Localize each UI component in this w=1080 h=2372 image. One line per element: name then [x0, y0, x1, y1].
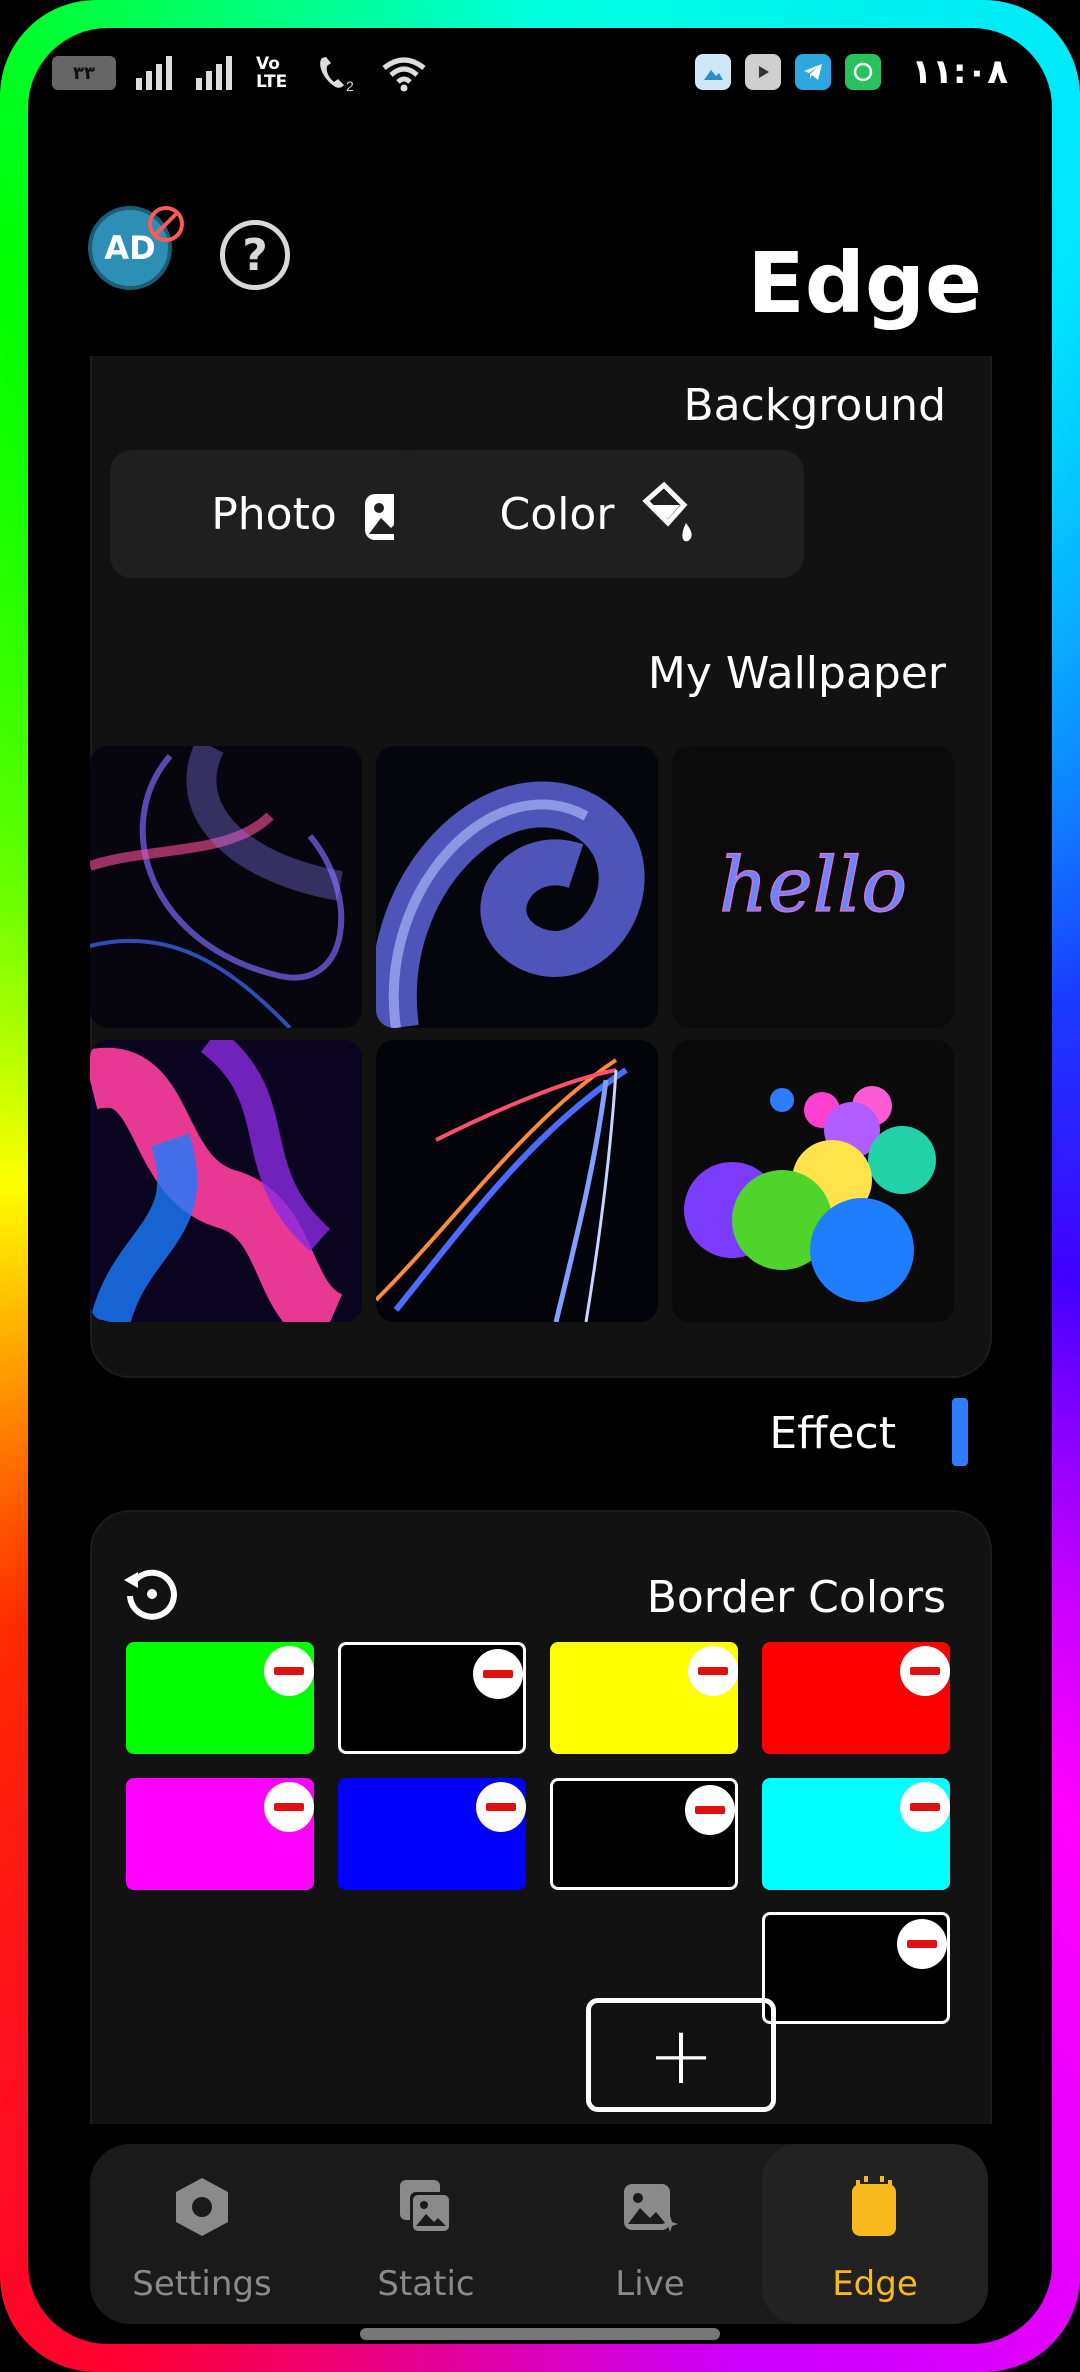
nav-label: Settings: [132, 2264, 272, 2304]
nav-label: Edge: [832, 2264, 918, 2304]
remove-color-icon[interactable]: [476, 1782, 526, 1832]
nav-item-static[interactable]: Static: [314, 2144, 538, 2324]
color-swatch[interactable]: [762, 1778, 950, 1890]
battery-indicator: ۳۳: [52, 56, 116, 90]
wallpaper-thumb[interactable]: [672, 1040, 954, 1322]
gallery-icon: [695, 54, 732, 90]
paint-bucket-icon: [642, 481, 693, 542]
wifi-icon: [382, 57, 426, 92]
nav-label: Static: [377, 2264, 475, 2304]
wallpaper-thumb[interactable]: [90, 746, 362, 1028]
remove-color-icon[interactable]: [264, 1646, 314, 1696]
remove-color-icon[interactable]: [264, 1782, 314, 1832]
add-color-button[interactable]: +: [586, 1998, 776, 2112]
effect-label: Effect: [769, 1408, 896, 1459]
no-ads-badge-icon: [148, 206, 184, 242]
images-icon: [400, 2180, 452, 2234]
wallpaper-thumb[interactable]: [376, 746, 658, 1028]
home-indicator[interactable]: [360, 2328, 720, 2340]
volte-label: Vo LTE: [256, 54, 288, 92]
color-swatch[interactable]: [126, 1778, 314, 1890]
nav-label: Live: [615, 2264, 685, 2304]
nav-item-live[interactable]: Live: [538, 2144, 762, 2324]
border-colors-label: Border Colors: [646, 1572, 946, 1623]
color-swatch[interactable]: [762, 1912, 950, 2024]
reset-icon[interactable]: [120, 1562, 182, 1624]
youtube-icon: [745, 54, 782, 90]
wallpaper-thumb[interactable]: [90, 1040, 362, 1322]
border-colors-card: Border Colors +: [90, 1510, 992, 2124]
help-button[interactable]: ?: [220, 220, 290, 290]
color-swatch[interactable]: [550, 1642, 738, 1754]
hello-text: hello: [719, 840, 907, 929]
color-button-label: Color: [499, 488, 615, 540]
my-wallpaper-label: My Wallpaper: [647, 648, 946, 699]
remove-color-icon[interactable]: [473, 1649, 523, 1699]
nav-item-edge[interactable]: Edge: [762, 2144, 988, 2324]
sim-label: 2: [346, 78, 354, 92]
color-swatch[interactable]: [550, 1778, 738, 1890]
wallpaper-thumb[interactable]: hello: [672, 746, 954, 1028]
nav-item-settings[interactable]: Settings: [90, 2144, 314, 2324]
signal-icon: [136, 56, 172, 90]
color-button[interactable]: Color: [394, 450, 804, 578]
telegram-icon: [795, 54, 832, 90]
live-image-icon: [624, 2184, 678, 2232]
page-title: Edge: [747, 234, 982, 332]
color-swatch[interactable]: [338, 1642, 526, 1754]
screen: ۳۳ Vo LTE 2 ۱۱:۰۸ AD ? Edge Background P…: [28, 28, 1052, 2344]
bottom-nav: Settings Static Live Edge: [90, 2144, 988, 2324]
color-swatch[interactable]: [126, 1642, 314, 1754]
remove-color-icon[interactable]: [685, 1785, 735, 1835]
hexagon-icon: [176, 2178, 228, 2236]
remove-color-icon[interactable]: [900, 1782, 950, 1832]
photo-button-label: Photo: [211, 488, 337, 540]
remove-color-icon[interactable]: [897, 1919, 947, 1969]
wifi-call-icon: 2: [320, 57, 354, 92]
remove-color-icon[interactable]: [688, 1646, 738, 1696]
effect-marker: [952, 1398, 968, 1466]
whatsapp-icon: [845, 54, 882, 90]
phone-edge-icon: [852, 2176, 896, 2236]
wallpaper-thumb[interactable]: [376, 1040, 658, 1322]
clock: ۱۱:۰۸: [911, 52, 1008, 92]
color-swatch[interactable]: [762, 1642, 950, 1754]
status-bar: ۳۳ Vo LTE 2 ۱۱:۰۸: [28, 28, 1052, 118]
remove-color-icon[interactable]: [900, 1646, 950, 1696]
color-swatch[interactable]: [338, 1778, 526, 1890]
signal-icon-2: [196, 56, 232, 90]
background-card: Background Photo Color My Wallpaper hell…: [90, 356, 992, 1378]
background-label: Background: [683, 380, 947, 431]
